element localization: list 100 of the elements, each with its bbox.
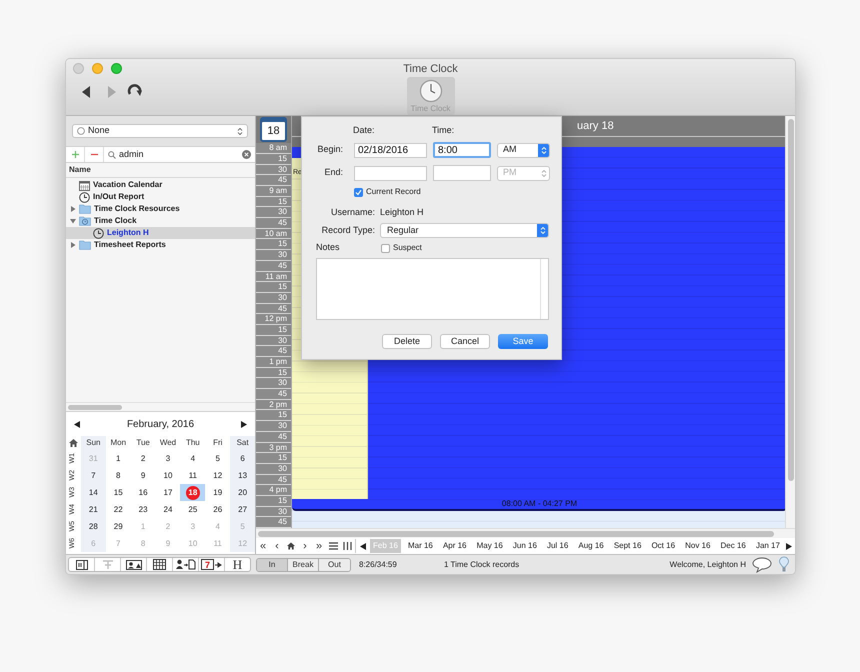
- record-type-select[interactable]: Regular: [380, 223, 549, 238]
- calendar-day[interactable]: 22: [106, 501, 131, 518]
- calendar-day[interactable]: 18: [180, 484, 206, 501]
- calendar-day[interactable]: 15: [106, 484, 131, 501]
- tree-item[interactable]: Leighton H: [66, 227, 255, 239]
- toolbar-button[interactable]: H: [225, 558, 250, 571]
- stepper-icon: [538, 144, 549, 156]
- home-icon: [287, 542, 295, 550]
- lightbulb-icon[interactable]: [779, 556, 789, 573]
- time-label: 45: [256, 346, 291, 357]
- calendar-day[interactable]: 17: [156, 484, 180, 501]
- clear-icon[interactable]: [242, 150, 251, 159]
- nav-button[interactable]: «: [256, 539, 270, 553]
- time-label: 30: [256, 336, 291, 346]
- toolbar-button[interactable]: 7: [199, 558, 225, 571]
- scrollbar-thumb[interactable]: [788, 119, 794, 481]
- calendar-day[interactable]: 25: [180, 501, 206, 518]
- calendar-day[interactable]: 6: [230, 450, 256, 467]
- month-tab[interactable]: Aug 16: [575, 539, 607, 553]
- calendar-day[interactable]: 10: [156, 467, 180, 484]
- tree-item[interactable]: Vacation Calendar: [66, 179, 255, 191]
- text-field[interactable]: 8:00: [433, 142, 491, 158]
- calendar-day[interactable]: 9: [130, 467, 156, 484]
- calendar-day[interactable]: 27: [230, 501, 256, 518]
- calendar-day[interactable]: 3: [156, 450, 180, 467]
- nav-button[interactable]: ›: [298, 539, 312, 553]
- time-label: 45: [256, 260, 291, 272]
- calendar-day[interactable]: 11: [180, 467, 206, 484]
- month-tab[interactable]: May 16: [474, 539, 506, 553]
- empty-field[interactable]: [354, 166, 427, 180]
- weekday-label: Mon: [109, 437, 128, 449]
- calendar-day[interactable]: 8: [106, 467, 131, 484]
- nav-button[interactable]: »: [312, 539, 326, 553]
- calendar-day[interactable]: 29: [106, 518, 131, 535]
- weekday-label: Thu: [184, 437, 201, 449]
- month-tab[interactable]: Jul 16: [544, 539, 572, 553]
- month-tab[interactable]: Sept 16: [610, 539, 644, 553]
- punch-button[interactable]: Break: [288, 558, 319, 570]
- time-label: 12 pm: [256, 314, 291, 325]
- month-tab[interactable]: Mar 16: [404, 539, 436, 553]
- next-month-icon[interactable]: [240, 420, 247, 428]
- arrow-icon: [215, 562, 222, 568]
- tree-item[interactable]: Time Clock: [66, 215, 255, 227]
- calendar-day[interactable]: 7: [80, 467, 106, 484]
- checkbox[interactable]: [381, 244, 390, 252]
- hierarchy-icon: [102, 560, 114, 570]
- search-icon: [108, 150, 116, 158]
- tree-item[interactable]: Time Clock Resources: [66, 203, 255, 215]
- calendar-day[interactable]: 13: [230, 467, 256, 484]
- calendar-day[interactable]: 4: [180, 450, 206, 467]
- calendar-day[interactable]: 26: [205, 501, 230, 518]
- month-tab[interactable]: Oct 16: [648, 539, 678, 553]
- calendar-day[interactable]: 23: [130, 501, 156, 518]
- weekday-label: Fri: [212, 437, 224, 449]
- punch-button[interactable]: Out: [319, 558, 350, 570]
- time-label: 45: [256, 474, 291, 486]
- text-field[interactable]: 02/18/2016: [354, 142, 427, 158]
- punch-button[interactable]: In: [257, 558, 288, 570]
- next-icon[interactable]: [786, 542, 792, 550]
- calendar-day[interactable]: 14: [80, 484, 106, 501]
- calendar-day[interactable]: 21: [80, 501, 106, 518]
- calendar-day[interactable]: 24: [156, 501, 180, 518]
- time-label: 30: [256, 250, 291, 261]
- zoom-button[interactable]: [111, 62, 122, 74]
- time-label: 30: [256, 464, 291, 475]
- notes-field[interactable]: [316, 258, 549, 320]
- dialog-button[interactable]: Delete: [382, 334, 432, 349]
- calendar-day[interactable]: 5: [205, 450, 230, 467]
- time-label: 15: [256, 239, 291, 250]
- month-tab[interactable]: Jun 16: [510, 539, 540, 553]
- toolbar-button[interactable]: [173, 558, 199, 571]
- contact-card-icon: [126, 560, 142, 570]
- previous-month-icon[interactable]: [74, 420, 80, 428]
- previous-icon[interactable]: [360, 542, 366, 550]
- dialog-button[interactable]: Cancel: [440, 334, 490, 349]
- calendar-day[interactable]: 16: [130, 484, 156, 501]
- time-label: 45: [256, 389, 291, 400]
- home-icon[interactable]: [68, 439, 78, 447]
- tree-item[interactable]: In/Out Report: [66, 191, 255, 203]
- radio-icon: [77, 127, 85, 135]
- scrollbar-thumb[interactable]: [258, 530, 774, 536]
- calendar-day[interactable]: 28: [80, 518, 106, 535]
- tree-item[interactable]: Timesheet Reports: [66, 239, 255, 251]
- filter-select[interactable]: None: [72, 124, 248, 138]
- month-tab[interactable]: Jan 17: [752, 539, 783, 553]
- scrollbar-thumb[interactable]: [68, 404, 122, 410]
- calendar-day[interactable]: 12: [205, 467, 230, 484]
- calendar-day[interactable]: 19: [205, 484, 230, 501]
- nav-button[interactable]: ‹: [270, 539, 284, 553]
- month-tab[interactable]: Nov 16: [682, 539, 714, 553]
- month-tab[interactable]: Apr 16: [440, 539, 470, 553]
- calendar-day[interactable]: 1: [106, 450, 131, 467]
- columns-icon: [342, 542, 352, 550]
- calendar-day[interactable]: 20: [230, 484, 256, 501]
- date-button[interactable]: 18: [260, 117, 287, 142]
- calendar-day[interactable]: 2: [130, 450, 156, 467]
- disclosure-icon[interactable]: [70, 242, 76, 248]
- meridiem-select[interactable]: AM: [497, 142, 550, 158]
- month-tab[interactable]: Dec 16: [718, 539, 749, 553]
- speech-bubble-icon[interactable]: [752, 556, 772, 572]
